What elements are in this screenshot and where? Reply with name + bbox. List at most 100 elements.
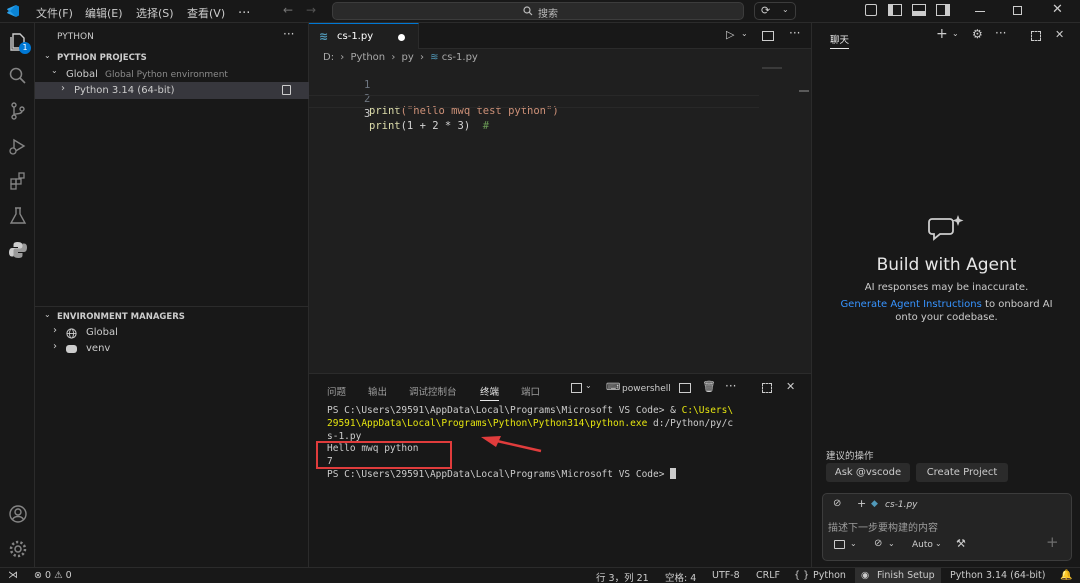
tree-item-global[interactable]: ⌄ Global Global Python environment (35, 66, 309, 83)
suggested-actions-label: 建议的操作 (826, 451, 874, 462)
python-interpreter[interactable]: Python 3.14 (64-bit) (950, 570, 1045, 581)
split-editor-icon[interactable] (762, 31, 774, 41)
auto-model-selector[interactable]: Auto (912, 540, 933, 550)
editor-tab-cs-1[interactable]: ≋ cs-1.py (309, 23, 419, 49)
sidebar-more-icon[interactable]: ··· (283, 27, 294, 41)
chevron-down-icon[interactable]: ⌄ (888, 539, 895, 548)
command-center-search[interactable]: 搜索 (332, 2, 744, 20)
testing-flask-icon[interactable] (8, 206, 28, 226)
warning-icon: ⚠ (54, 570, 63, 581)
back-arrow-icon[interactable]: ← (283, 3, 293, 17)
menu-edit[interactable]: 编辑(E) (85, 5, 123, 21)
generate-instructions-link[interactable]: Generate Agent Instructions (840, 299, 981, 310)
code-line-3[interactable]: 3 print(1 + 2 * 3) # (309, 95, 759, 132)
chevron-down-icon[interactable]: ⌄ (585, 381, 592, 390)
panel-tab-output[interactable]: 输出 (368, 384, 387, 398)
search-icon[interactable] (8, 66, 28, 86)
maximize-chat-icon[interactable] (1031, 31, 1041, 41)
minimize-icon[interactable] (975, 11, 985, 12)
run-python-icon[interactable]: ▷ (726, 28, 734, 41)
menu-file[interactable]: 文件(F) (36, 5, 73, 21)
context-file-chip[interactable]: cs-1.py (885, 500, 918, 510)
cursor-position[interactable]: 行 3，列 21 (596, 570, 649, 583)
encoding[interactable]: UTF-8 (712, 570, 740, 581)
source-control-icon[interactable] (8, 101, 28, 121)
menu-more[interactable]: ... (238, 2, 250, 17)
tree-item-venv[interactable]: › venv (35, 341, 309, 357)
toggle-panel-icon[interactable] (912, 4, 926, 16)
chat-tab[interactable]: 聊天 (830, 32, 850, 49)
toggle-primary-sidebar-icon[interactable] (888, 4, 902, 16)
breadcrumb-py[interactable]: py (402, 52, 414, 63)
terminal-shell-name[interactable]: powershell (622, 384, 671, 394)
bottom-panel: 问题 输出 调试控制台 终端 端口 ⌄ ⌨ powershell 🗑 ··· ✕… (309, 373, 811, 567)
maximize-icon[interactable] (1013, 6, 1022, 15)
trash-icon[interactable]: 🗑 (702, 380, 716, 393)
section-title: ENVIRONMENT MANAGERS (57, 312, 185, 322)
tree-item-env-global[interactable]: › Global (35, 325, 309, 341)
menu-selection[interactable]: 选择(S) (136, 5, 174, 21)
close-icon[interactable]: ✕ (1052, 2, 1063, 17)
language-mode[interactable]: Python (813, 570, 846, 581)
extensions-icon[interactable] (8, 171, 28, 191)
panel-tab-problems[interactable]: 问题 (327, 384, 346, 398)
bell-icon[interactable]: 🔔 (1060, 570, 1072, 581)
close-chat-icon[interactable]: ✕ (1055, 28, 1064, 41)
split-terminal-icon[interactable] (679, 383, 691, 393)
line-endings[interactable]: CRLF (756, 570, 780, 581)
tools-icon[interactable]: ⚒ (956, 537, 966, 550)
run-debug-icon[interactable] (8, 136, 28, 156)
chevron-down-icon[interactable]: ⌄ (850, 539, 857, 548)
breadcrumb-drive[interactable]: D: (323, 52, 334, 63)
chevron-down-icon[interactable]: ⌄ (741, 29, 748, 38)
tab-label: cs-1.py (337, 31, 374, 42)
chat-more-icon[interactable]: ··· (995, 26, 1006, 40)
breadcrumb-python[interactable]: Python (350, 52, 385, 63)
section-environment-managers[interactable]: ⌄ ENVIRONMENT MANAGERS (35, 310, 309, 326)
minimap[interactable] (762, 67, 782, 69)
ask-vscode-button[interactable]: Ask @vscode (826, 463, 910, 482)
attach-icon[interactable]: ⊘ (833, 498, 841, 509)
language-braces[interactable]: { } (794, 570, 809, 581)
toggle-secondary-sidebar-icon[interactable] (936, 4, 950, 16)
panel-tab-debug-console[interactable]: 调试控制台 (409, 384, 457, 398)
breadcrumb: D: › Python › py › ≋ cs-1.py (323, 52, 478, 66)
tree-item-python-314[interactable]: › Python 3.14 (64-bit) (35, 82, 309, 99)
panel-more-icon[interactable]: ··· (725, 379, 736, 393)
menu-view[interactable]: 查看(V) (187, 5, 225, 21)
terminal-line: PS C:\Users\29591\AppData\Local\Programs… (327, 468, 677, 480)
add-context-plus-icon[interactable]: + (857, 497, 866, 510)
copy-icon[interactable] (282, 85, 291, 95)
panel-tab-terminal[interactable]: 终端 (480, 384, 500, 401)
settings-gear-icon[interactable] (8, 539, 28, 559)
gear-icon[interactable]: ⚙ (972, 27, 983, 41)
panel-tab-ports[interactable]: 端口 (521, 384, 540, 398)
close-panel-icon[interactable]: ✕ (786, 380, 795, 393)
create-project-button[interactable]: Create Project (916, 463, 1008, 482)
section-python-projects[interactable]: ⌄ PYTHON PROJECTS (35, 51, 309, 67)
python-icon[interactable] (8, 240, 28, 260)
send-plus-icon[interactable]: + (1046, 533, 1059, 551)
new-terminal-layout-icon[interactable] (571, 383, 582, 393)
maximize-panel-icon[interactable] (762, 383, 772, 393)
chevron-down-icon[interactable]: ⌄ (935, 539, 942, 548)
problems-status[interactable]: ⊗ 0 ⚠ 0 (34, 570, 72, 581)
breadcrumb-file[interactable]: cs-1.py (442, 52, 478, 63)
copilot-menu-button[interactable]: ⟳ ⌄ (754, 2, 796, 20)
chat-mode-icon[interactable] (834, 540, 845, 549)
editor-more-icon[interactable]: ··· (789, 26, 800, 40)
account-icon[interactable] (8, 504, 28, 524)
chat-input-box[interactable]: ⊘ + ◆ cs-1.py 描述下一步要构建的内容 ⌄ ⊘ ⌄ Auto ⌄ ⚒… (822, 493, 1072, 561)
chat-input-placeholder[interactable]: 描述下一步要构建的内容 (828, 519, 938, 534)
code-line-2[interactable]: 2 print("hello mwq test python") (309, 81, 559, 117)
code-line-1[interactable]: 1 (309, 67, 370, 91)
new-chat-plus-icon[interactable]: + (936, 26, 948, 42)
indentation[interactable]: 空格: 4 (665, 570, 696, 583)
model-icon[interactable]: ⊘ (874, 538, 882, 549)
forward-arrow-icon[interactable]: → (306, 3, 316, 17)
chevron-down-icon[interactable]: ⌄ (952, 29, 959, 38)
customize-layout-icon[interactable] (865, 4, 877, 16)
unsaved-dot-icon[interactable] (398, 34, 405, 41)
remote-icon[interactable]: ⋊ (8, 570, 18, 581)
finish-setup-button[interactable]: ◉ Finish Setup (855, 568, 941, 583)
